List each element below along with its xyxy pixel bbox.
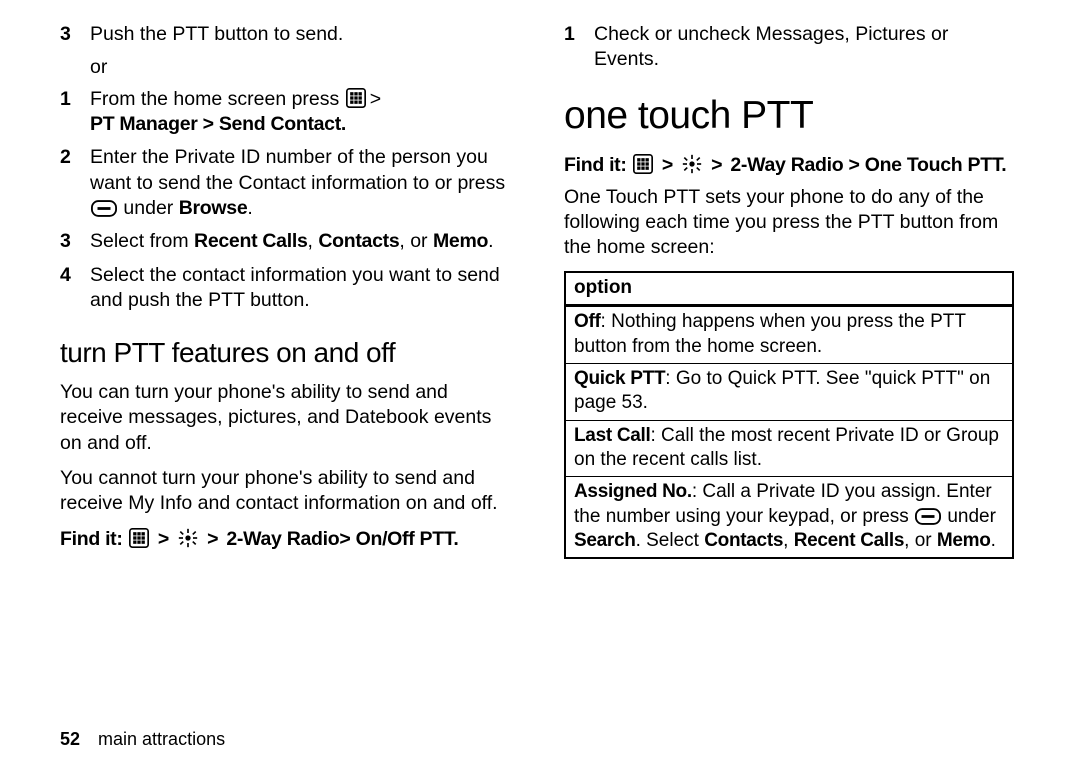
step-text: From the home screen press > PT Manager … — [90, 87, 510, 138]
step-text: Push the PTT button to send. — [90, 22, 510, 47]
paragraph: One Touch PTT sets your phone to do any … — [564, 185, 1014, 261]
softkey-icon — [915, 508, 941, 525]
page-number: 52 — [60, 729, 80, 749]
settings-gear-icon — [682, 154, 702, 174]
table-row: Quick PTT: Go to Quick PTT. See "quick P… — [566, 364, 1012, 421]
table-row: Off: Nothing happens when you press the … — [566, 307, 1012, 364]
find-it-line: Find it: > > 2-Way Radio> On/Off PTT. — [60, 527, 510, 552]
or-text: or — [90, 55, 510, 80]
step-number: 3 — [60, 229, 90, 254]
left-column: 3 Push the PTT button to send. or 1 From… — [60, 22, 510, 766]
menu-path: PT Manager > Send Contact. — [90, 113, 346, 135]
step-text: Select from Recent Calls, Contacts, or M… — [90, 229, 510, 254]
table-row: Last Call: Call the most recent Private … — [566, 421, 1012, 478]
list-item: 1 From the home screen press > PT Manage… — [60, 87, 510, 138]
table-row: Assigned No.: Call a Private ID you assi… — [566, 477, 1012, 557]
list-item: 3 Push the PTT button to send. — [60, 22, 510, 47]
softkey-icon — [91, 200, 117, 217]
list-item: 3 Select from Recent Calls, Contacts, or… — [60, 229, 510, 254]
step-number: 1 — [60, 87, 90, 138]
step-number: 1 — [564, 22, 594, 73]
paragraph: You cannot turn your phone's ability to … — [60, 466, 510, 517]
step-number: 2 — [60, 145, 90, 221]
right-column: 1 Check or uncheck Messages, Pictures or… — [564, 22, 1014, 766]
page: 3 Push the PTT button to send. or 1 From… — [0, 0, 1080, 766]
settings-gear-icon — [178, 528, 198, 548]
menu-grid-icon — [346, 88, 366, 108]
heading-one-touch-ptt: one touch PTT — [564, 91, 1014, 142]
paragraph: You can turn your phone's ability to sen… — [60, 380, 510, 456]
find-it-line: Find it: > > 2-Way Radio > One Touch PTT… — [564, 153, 1014, 178]
menu-grid-icon — [633, 154, 653, 174]
section-name: main attractions — [98, 729, 225, 749]
step-text: Check or uncheck Messages, Pictures or E… — [594, 22, 1014, 73]
list-item: 2 Enter the Private ID number of the per… — [60, 145, 510, 221]
step-text: Enter the Private ID number of the perso… — [90, 145, 510, 221]
page-footer: 52 main attractions — [60, 729, 225, 750]
step-text: Select the contact information you want … — [90, 263, 510, 314]
step-number: 3 — [60, 22, 90, 47]
menu-grid-icon — [129, 528, 149, 548]
list-item: 4 Select the contact information you wan… — [60, 263, 510, 314]
option-table: option Off: Nothing happens when you pre… — [564, 271, 1014, 560]
step-number: 4 — [60, 263, 90, 314]
subheading-turn-ptt: turn PTT features on and off — [60, 335, 510, 371]
table-header: option — [566, 273, 1012, 308]
list-item: 1 Check or uncheck Messages, Pictures or… — [564, 22, 1014, 73]
